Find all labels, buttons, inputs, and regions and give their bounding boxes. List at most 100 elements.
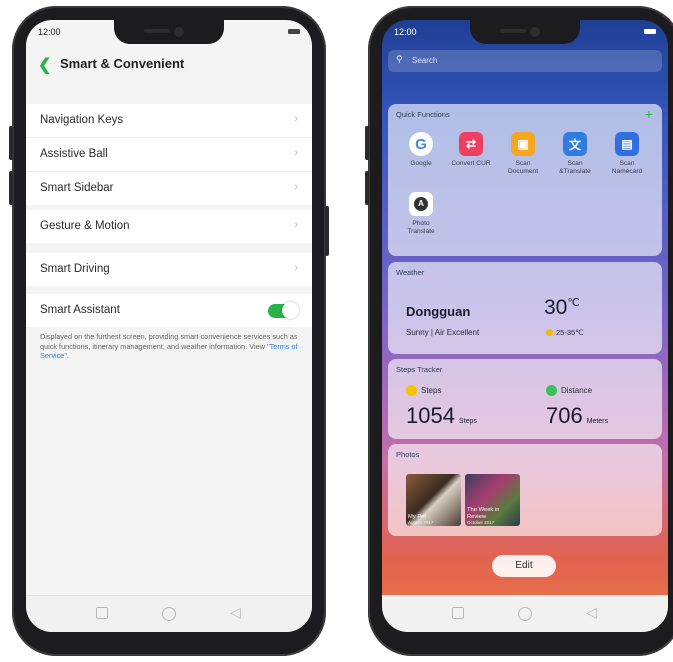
smart-assistant-screen: 12:00 ⚲ Search Quick Functions + G Googl… [382, 20, 668, 632]
chevron-right-icon: › [294, 147, 298, 159]
phone-frame-right: 12:00 ⚲ Search Quick Functions + G Googl… [365, 6, 673, 656]
settings-item-smart-assistant[interactable]: Smart Assistant [26, 294, 312, 327]
battery-icon [288, 29, 300, 34]
settings-item-label: Navigation Keys [40, 114, 124, 126]
phone-frame-left: 12:00 ❮ Smart & Convenient Navigation Ke… [9, 6, 329, 656]
sun-icon [546, 329, 553, 336]
description-suffix: . [66, 351, 69, 360]
power-button [325, 206, 329, 256]
steps-unit: Steps [458, 418, 477, 425]
google-icon: G [409, 132, 433, 156]
chevron-right-icon: › [294, 181, 298, 193]
settings-group: Gesture & Motion › [26, 210, 312, 243]
status-time: 12:00 [38, 27, 61, 37]
photo-album-date: October 2017 [467, 520, 495, 525]
settings-group: Smart Assistant [26, 294, 312, 327]
recent-apps-icon[interactable] [96, 607, 108, 619]
navigation-bar: ◁ [26, 595, 312, 632]
steps-label-text: Steps [421, 386, 442, 395]
namecard-icon: ▤ [615, 132, 639, 156]
quick-function-label: Scan Document [507, 160, 539, 175]
recent-apps-icon[interactable] [452, 607, 464, 619]
settings-item-smart-sidebar[interactable]: Smart Sidebar › [26, 172, 312, 205]
distance-unit: Meters [586, 418, 609, 425]
quick-function-label: Google [410, 160, 432, 167]
card-title: Weather [396, 268, 425, 277]
distance-value: 706 Meters [546, 403, 608, 429]
toggle-knob [282, 302, 299, 319]
distance-number: 706 [546, 403, 583, 428]
quick-function-convert-cur[interactable]: ⇄ Convert CUR [448, 132, 494, 168]
photos-card: Photos My Pet August 2017 The Week in Re… [388, 444, 662, 536]
settings-item-smart-driving[interactable]: Smart Driving › [26, 253, 312, 286]
smart-assistant-toggle[interactable] [268, 302, 299, 319]
quick-function-label: Scan &Translate [559, 160, 591, 175]
notch [470, 20, 580, 44]
settings-item-label: Gesture & Motion [40, 220, 130, 232]
chevron-left-icon[interactable]: ❮ [38, 55, 51, 75]
back-icon[interactable]: ◁ [230, 605, 241, 619]
distance-icon [546, 385, 557, 396]
search-icon: ⚲ [396, 54, 403, 64]
plus-icon[interactable]: + [645, 106, 653, 122]
quick-function-label: Scan Namecard [611, 160, 643, 175]
card-title: Quick Functions [396, 110, 450, 119]
steps-tracker-card[interactable]: Steps Tracker Steps Distance 1054 Steps 7… [388, 359, 662, 439]
quick-function-scan-document[interactable]: ▣ Scan Document [500, 132, 546, 175]
quick-function-scan-translate[interactable]: 文 Scan &Translate [552, 132, 598, 175]
home-icon[interactable] [518, 607, 532, 621]
settings-item-assistive-ball[interactable]: Assistive Ball › [26, 138, 312, 172]
volume-button [9, 126, 13, 160]
photo-album-title: The Week in Review [467, 507, 500, 520]
settings-group: Smart Driving › [26, 253, 312, 286]
battery-icon [644, 29, 656, 34]
page-header: ❮ Smart & Convenient [26, 48, 312, 82]
distance-label: Distance [546, 385, 592, 396]
distance-label-text: Distance [561, 386, 593, 395]
back-icon[interactable]: ◁ [586, 605, 597, 619]
temperature-value: 30 [544, 296, 568, 319]
steps-number: 1054 [406, 403, 455, 428]
photo-album-thumbnail[interactable]: The Week in Review October 2017 [465, 474, 520, 526]
steps-icon [406, 385, 417, 396]
search-bar[interactable]: ⚲ Search [388, 50, 662, 72]
home-icon[interactable] [162, 607, 176, 621]
settings-item-gesture-motion[interactable]: Gesture & Motion › [26, 210, 312, 243]
description-text: Displayed on the furthest screen, provid… [40, 332, 298, 351]
settings-item-label: Smart Assistant [40, 304, 120, 316]
quick-function-scan-namecard[interactable]: ▤ Scan Namecard [604, 132, 650, 175]
search-placeholder: Search [412, 56, 438, 65]
volume-button [365, 126, 369, 160]
scan-translate-icon: 文 [563, 132, 587, 156]
quick-function-label: Photo Translate [407, 220, 435, 235]
weather-temperature: 30℃ [544, 296, 580, 320]
steps-value: 1054 Steps [406, 403, 477, 429]
card-title: Photos [396, 450, 420, 459]
edit-button[interactable]: Edit [492, 555, 556, 577]
range-text: 25-35℃ [556, 328, 584, 337]
smart-assistant-description: Displayed on the furthest screen, provid… [40, 332, 298, 361]
weather-condition: Sunny | Air Excellent [406, 328, 480, 337]
convert-icon: ⇄ [459, 132, 483, 156]
scan-document-icon: ▣ [511, 132, 535, 156]
chevron-right-icon: › [294, 262, 298, 274]
settings-item-label: Smart Driving [40, 263, 110, 275]
settings-item-label: Smart Sidebar [40, 182, 114, 194]
photo-album-thumbnail[interactable]: My Pet August 2017 [406, 474, 461, 526]
quick-functions-card: Quick Functions + G Google ⇄ Convert CUR… [388, 104, 662, 256]
settings-item-navigation-keys[interactable]: Navigation Keys › [26, 104, 312, 138]
photo-translate-icon: A [409, 192, 433, 216]
chevron-right-icon: › [294, 219, 298, 231]
settings-item-label: Assistive Ball [40, 148, 108, 160]
quick-function-google[interactable]: G Google [398, 132, 444, 168]
settings-screen: 12:00 ❮ Smart & Convenient Navigation Ke… [26, 20, 312, 632]
weather-range: 25-35℃ [546, 328, 584, 337]
quick-function-photo-translate[interactable]: A Photo Translate [398, 192, 444, 235]
page-title: Smart & Convenient [60, 56, 185, 71]
card-title: Steps Tracker [396, 365, 443, 374]
weather-card[interactable]: Weather Dongguan Sunny | Air Excellent 3… [388, 262, 662, 354]
temperature-unit: ℃ [567, 297, 580, 309]
photo-album-date: August 2017 [408, 520, 434, 525]
weather-city: Dongguan [406, 304, 471, 319]
quick-function-label: Convert CUR [451, 160, 491, 167]
